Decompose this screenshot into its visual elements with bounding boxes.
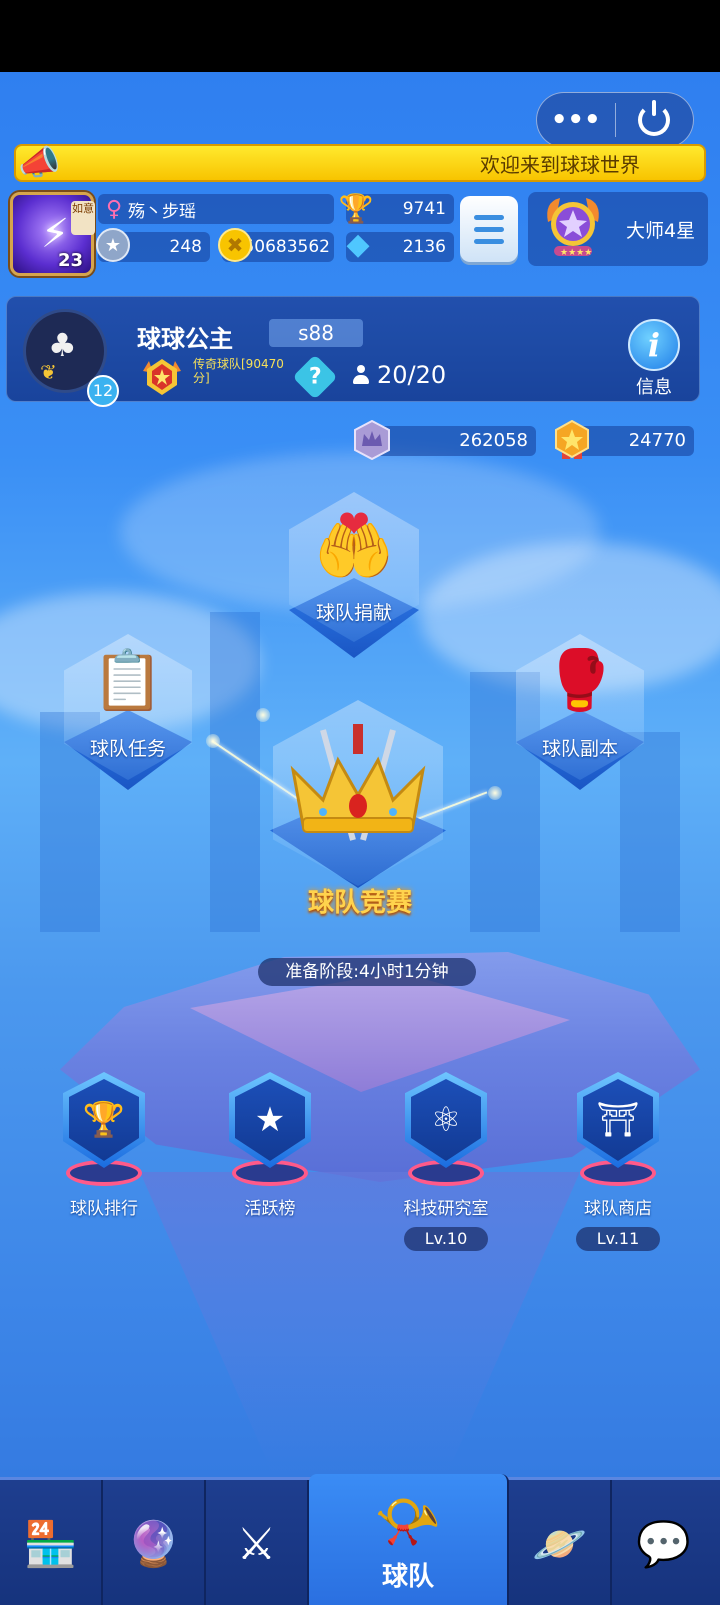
avatar-tag: 如意 bbox=[71, 201, 95, 235]
level-badge: Lv.11 bbox=[576, 1227, 660, 1251]
info-label: 信息 bbox=[636, 377, 672, 398]
team-race-label: 球队竞赛 bbox=[307, 888, 412, 918]
menu-button[interactable] bbox=[460, 196, 518, 262]
info-button[interactable]: i 信息 bbox=[625, 319, 683, 398]
activity-board-button[interactable]: ★ 活跃榜 bbox=[210, 1072, 330, 1219]
coin-count: 50683562 bbox=[243, 237, 330, 257]
info-icon: i bbox=[628, 319, 680, 371]
help-icon[interactable]: ? bbox=[292, 354, 338, 400]
team-level-badge: 12 bbox=[87, 375, 119, 407]
person-icon bbox=[353, 365, 369, 385]
crown-icon bbox=[290, 724, 426, 841]
spark bbox=[206, 734, 220, 748]
feature-label: 球队商店 bbox=[584, 1199, 652, 1219]
team-rank-badge-icon bbox=[143, 359, 181, 395]
member-count: 20/20 bbox=[353, 361, 446, 389]
spark bbox=[488, 786, 502, 800]
shield-frame: ★ bbox=[229, 1072, 311, 1168]
crown-points-row: 262058 bbox=[368, 426, 536, 456]
player-name: 殇丶步瑶 bbox=[128, 201, 196, 222]
rank-medal-icon: ★★★★ bbox=[547, 198, 599, 258]
svg-text:★★★★: ★★★★ bbox=[560, 248, 592, 258]
feature-label: 球队排行 bbox=[70, 1199, 138, 1219]
star-count: 248 bbox=[169, 237, 202, 257]
heart-icon: ❤ bbox=[338, 502, 370, 546]
mini-program-capsule: ••• bbox=[536, 92, 694, 148]
team-dungeon-building[interactable]: 🥊 球队副本 bbox=[514, 634, 646, 814]
diamond-count: 2136 bbox=[402, 237, 446, 257]
silver-star-icon: ★ bbox=[96, 228, 130, 262]
female-icon: ♀ bbox=[105, 196, 123, 222]
clover-icon: ♣ bbox=[48, 326, 77, 364]
nav-social[interactable]: 💬 bbox=[612, 1480, 715, 1605]
team-ranking-button[interactable]: 🏆 球队排行 bbox=[44, 1072, 164, 1219]
player-level: 23 bbox=[57, 250, 83, 271]
nav-battle[interactable]: ⚔ bbox=[206, 1480, 309, 1605]
trophy-icon: 🏆 bbox=[338, 191, 374, 225]
rank-title: 大师4星 bbox=[626, 220, 696, 242]
announcement-bar[interactable]: 欢迎来到球球世界 bbox=[14, 144, 706, 182]
team-name: 球球公主 bbox=[137, 325, 233, 353]
medal-points: 24770 bbox=[628, 430, 686, 451]
game-screen: ••• 欢迎来到球球世界 📣 ⚡ 如意 23 殇丶步瑶 ♀ 9741 🏆 248… bbox=[0, 72, 720, 1605]
diamond-icon: ◆ bbox=[346, 226, 370, 262]
crossed-swords-icon: ⚔ bbox=[236, 1518, 277, 1570]
feature-label: 活跃榜 bbox=[244, 1199, 296, 1219]
announcement-text: 欢迎来到球球世界 bbox=[480, 152, 640, 177]
server-tag: s88 bbox=[269, 319, 363, 347]
coin-icon: ✖ bbox=[218, 228, 252, 262]
team-donate-building[interactable]: 🤲 ❤ 球队捐献 bbox=[284, 492, 424, 672]
team-race-building[interactable] bbox=[268, 700, 448, 910]
store-icon: 🏪 bbox=[23, 1519, 78, 1570]
star-podium-icon: ★ bbox=[235, 1079, 305, 1161]
boxing-glove-icon: 🥊 bbox=[543, 646, 617, 714]
trophy-count: 9741 bbox=[402, 199, 446, 219]
power-icon[interactable] bbox=[616, 93, 694, 147]
team-donate-label: 球队捐献 bbox=[315, 602, 392, 624]
shop-icon: ⛩ bbox=[583, 1079, 653, 1161]
nav-planet[interactable]: 🪐 bbox=[509, 1480, 612, 1605]
feature-label: 科技研究室 bbox=[403, 1199, 489, 1219]
team-task-building[interactable]: 📋 球队任务 bbox=[62, 634, 194, 814]
team-card: ♣ ❦ 12 球球公主 s88 传奇球队[90470分] ? 20/20 i 信… bbox=[6, 296, 700, 407]
shield-frame: ⛩ bbox=[577, 1072, 659, 1168]
island-underside bbox=[140, 1172, 580, 1472]
nav-team[interactable]: 📯 球队 bbox=[309, 1474, 509, 1605]
race-status: 准备阶段:4小时1分钟 bbox=[258, 958, 476, 986]
more-dots-icon[interactable]: ••• bbox=[537, 93, 615, 147]
megaphone-icon: 📣 bbox=[18, 143, 61, 183]
tech-lab-button[interactable]: ⚛ 科技研究室 Lv.10 bbox=[386, 1072, 506, 1251]
nav-items[interactable]: 🔮 bbox=[103, 1480, 206, 1605]
bottom-nav: 🏪 🔮 ⚔ 📯 球队 🪐 💬 bbox=[0, 1474, 720, 1605]
player-name-row: 殇丶步瑶 bbox=[98, 194, 334, 224]
shield-frame: ⚛ bbox=[405, 1072, 487, 1168]
team-dungeon-label: 球队副本 bbox=[541, 738, 618, 760]
clipboard-icon: 📋 bbox=[91, 646, 165, 714]
shield-frame: 🏆 bbox=[63, 1072, 145, 1168]
wings-icon: ❦ bbox=[40, 360, 57, 384]
team-shop-button[interactable]: ⛩ 球队商店 Lv.11 bbox=[558, 1072, 678, 1251]
nav-team-label: 球队 bbox=[381, 1561, 434, 1592]
rank-panel[interactable]: ★★★★ 大师4星 bbox=[528, 192, 708, 266]
team-rank-text: 传奇球队[90470分] bbox=[193, 357, 284, 385]
team-task-label: 球队任务 bbox=[89, 738, 166, 760]
trophy-cup-icon: 🏆 bbox=[69, 1079, 139, 1161]
chat-heart-icon: 💬 bbox=[636, 1519, 691, 1570]
level-badge: Lv.10 bbox=[404, 1227, 488, 1251]
crown-points: 262058 bbox=[459, 430, 528, 451]
crown-points-icon bbox=[354, 420, 390, 460]
member-count-text: 20/20 bbox=[377, 361, 447, 389]
player-avatar[interactable]: ⚡ 如意 23 bbox=[10, 192, 95, 276]
medal-points-icon bbox=[555, 420, 589, 459]
atom-icon: ⚛ bbox=[411, 1079, 481, 1161]
whistle-icon: 📯 bbox=[374, 1489, 442, 1553]
nav-shop[interactable]: 🏪 bbox=[0, 1480, 103, 1605]
planet-icon: 🪐 bbox=[532, 1519, 587, 1570]
orbs-icon: 🔮 bbox=[126, 1519, 181, 1570]
